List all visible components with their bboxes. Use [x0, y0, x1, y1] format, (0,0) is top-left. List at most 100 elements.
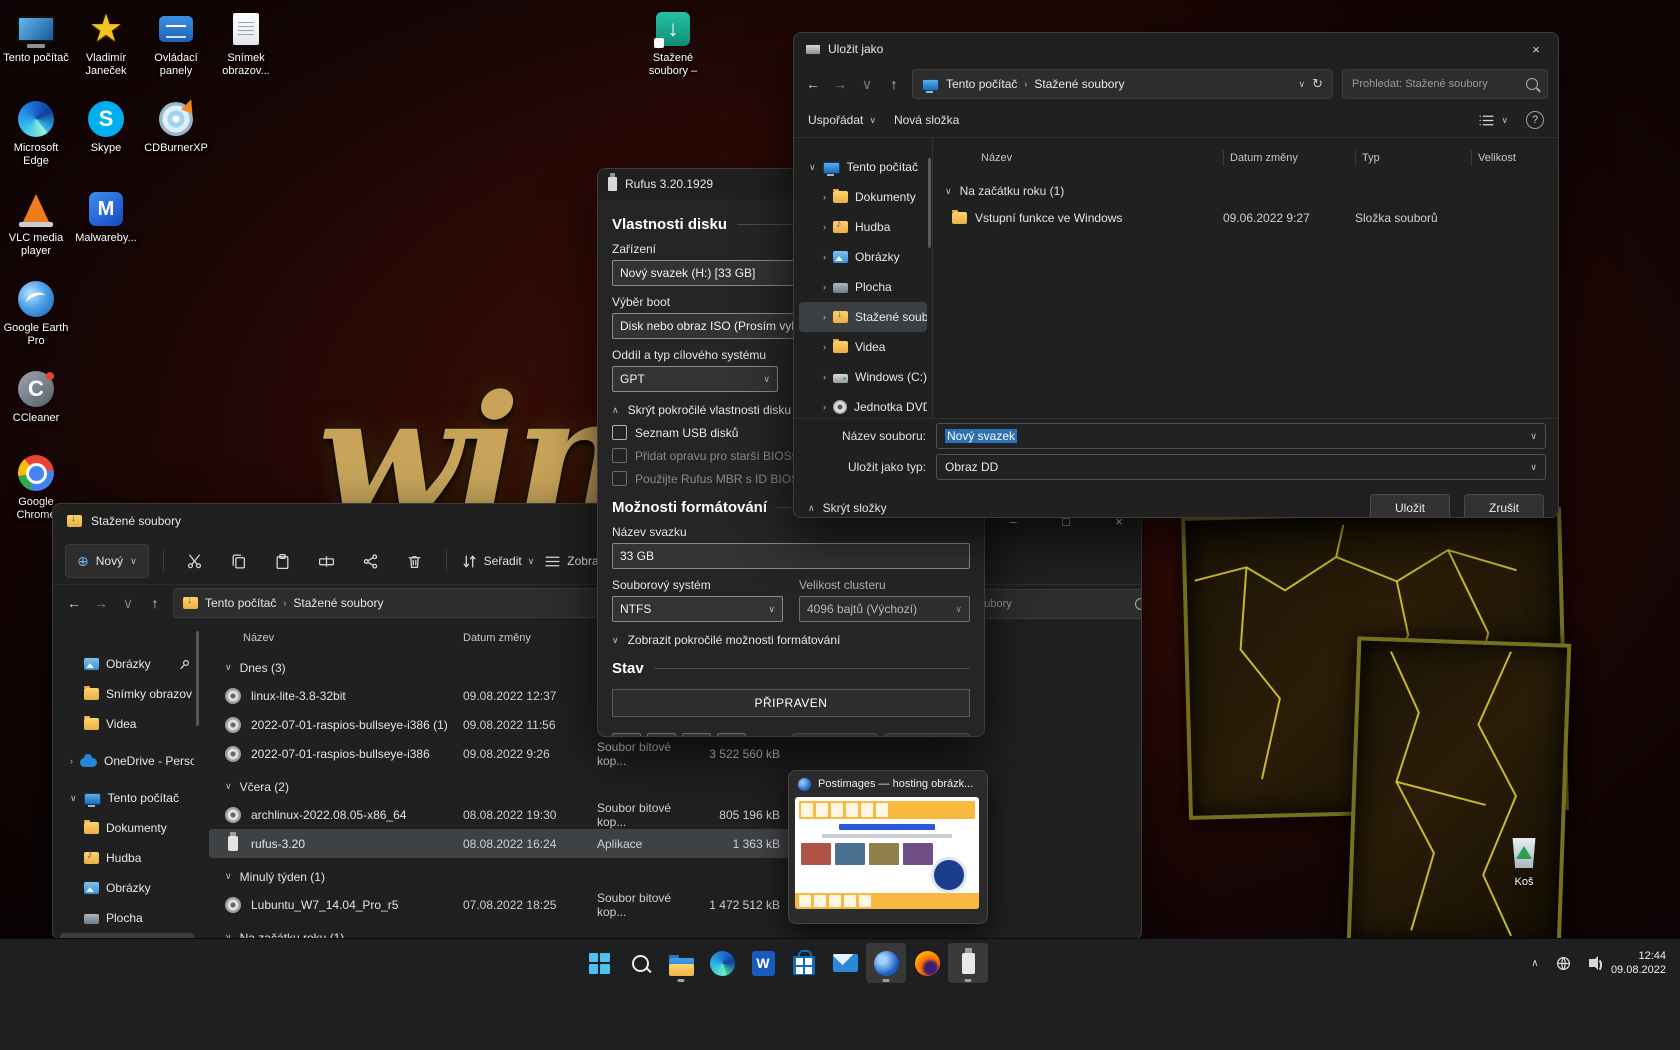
sidebar-item-dvd-drive[interactable]: ›Jednotka DVD (	[799, 392, 927, 418]
file-row[interactable]: 2022-07-01-raspios-bullseye-i38609.08.20…	[209, 739, 799, 768]
refresh-icon[interactable]: ↻	[1312, 76, 1323, 92]
preview-thumbnail[interactable]	[795, 797, 979, 909]
sidebar-item-pictures-pinned[interactable]: Obrázky	[60, 649, 194, 679]
taskbar-mail[interactable]	[825, 943, 865, 983]
desktop-icon-screenshot[interactable]: Snímek obrazov...	[210, 8, 282, 78]
up-button[interactable]: ↑	[146, 595, 164, 611]
delete-button[interactable]	[398, 545, 432, 577]
settings-button[interactable]	[682, 733, 711, 737]
sidebar-item-windows-c[interactable]: ›Windows (C:)	[799, 362, 927, 392]
recent-locations-button[interactable]: ∨	[858, 76, 876, 93]
sidebar-item-documents[interactable]: Dokumenty	[60, 813, 194, 843]
chevron-down-icon[interactable]: ∨	[1299, 79, 1306, 90]
desktop-icon-this-pc[interactable]: Tento počítač	[0, 8, 72, 65]
volume-icon[interactable]	[1583, 954, 1601, 972]
share-button[interactable]	[354, 545, 388, 577]
taskbar-firefox[interactable]	[907, 943, 947, 983]
view-options-button[interactable]: ∨	[1478, 112, 1508, 129]
recent-locations-button[interactable]: ∨	[119, 595, 137, 612]
partition-select[interactable]: GPT∨	[612, 366, 778, 392]
desktop-icon-downloads-shortcut[interactable]: Stažené soubory –	[637, 8, 709, 78]
cut-button[interactable]	[178, 545, 212, 577]
address-breadcrumb[interactable]: Tento počítač › Stažené soubory ∨ ↻	[912, 69, 1333, 99]
sidebar-item-desktop[interactable]: ›Plocha	[799, 272, 927, 302]
new-button[interactable]: ⊕Nový∨	[65, 544, 149, 578]
column-date[interactable]: Datum změny	[463, 632, 597, 644]
filetype-select[interactable]: Obraz DD∨	[936, 454, 1546, 480]
desktop-icon-user-folder[interactable]: Vladimír Janeček	[70, 8, 142, 78]
desktop-icon-control-panel[interactable]: Ovládací panely	[140, 8, 212, 78]
sidebar-item-documents[interactable]: ›Dokumenty	[799, 182, 927, 212]
new-folder-button[interactable]: Nová složka	[894, 113, 959, 127]
sidebar-item-videos[interactable]: ›Videa	[799, 332, 927, 362]
cancel-button[interactable]: Zrušit	[1464, 494, 1544, 518]
taskbar-store[interactable]	[784, 943, 824, 983]
desktop-icon-ccleaner[interactable]: CCleaner	[0, 368, 72, 425]
breadcrumb-root[interactable]: Tento počítač	[946, 77, 1017, 91]
group-header-earlier-this-year[interactable]: ∨Na začátku roku (1)	[945, 178, 1558, 204]
column-type[interactable]: Typ	[1355, 150, 1471, 166]
file-row-selected[interactable]: rufus-3.2008.08.2022 16:24Aplikace1 363 …	[209, 829, 799, 858]
group-header-yesterday[interactable]: ∨Včera (2)	[209, 773, 1141, 800]
sidebar-item-music[interactable]: Hudba	[60, 843, 194, 873]
close-button[interactable]: ×	[1514, 33, 1558, 65]
dialog-titlebar[interactable]: Uložit jako ×	[794, 33, 1558, 65]
volume-input[interactable]: 33 GB	[612, 543, 970, 569]
desktop-icon-malwarebytes[interactable]: Malwareby...	[70, 188, 142, 245]
file-row[interactable]: archlinux-2022.08.05-x86_6408.08.2022 19…	[209, 800, 799, 829]
taskbar-file-explorer[interactable]	[661, 943, 701, 983]
sidebar-scrollbar[interactable]	[928, 158, 931, 248]
filesystem-select[interactable]: NTFS∨	[612, 596, 783, 622]
group-header-last-week[interactable]: ∨Minulý týden (1)	[209, 863, 1141, 890]
sidebar-item-onedrive[interactable]: ›OneDrive - Perso	[60, 746, 194, 776]
back-button[interactable]: ←	[65, 595, 83, 611]
paste-button[interactable]	[266, 545, 300, 577]
network-icon[interactable]	[1555, 954, 1573, 972]
copy-button[interactable]	[222, 545, 256, 577]
taskbar-rufus[interactable]	[948, 943, 988, 983]
sidebar-item-videos[interactable]: Videa	[60, 709, 194, 739]
close-rufus-button[interactable]: ZAVŘÍT	[884, 733, 970, 737]
column-size[interactable]: Velikost	[1471, 150, 1541, 166]
sidebar-scrollbar[interactable]	[196, 631, 199, 726]
hidden-icons-button[interactable]: ∧	[1525, 958, 1545, 969]
help-icon[interactable]: ?	[1526, 111, 1544, 129]
desktop-icon-cdburnerxp[interactable]: CDBurnerXP	[140, 98, 212, 155]
breadcrumb-root[interactable]: Tento počítač	[205, 596, 276, 610]
up-button[interactable]: ↑	[885, 76, 903, 92]
desktop-icon-vlc[interactable]: VLC media player	[0, 188, 72, 258]
sidebar-item-pictures[interactable]: Obrázky	[60, 873, 194, 903]
sidebar-item-pictures[interactable]: ›Obrázky	[799, 242, 927, 272]
dialog-search-box[interactable]: Prohledat: Stažené soubory	[1342, 69, 1548, 99]
filename-input[interactable]: Nový svazek∨	[936, 423, 1546, 449]
taskbar-clock[interactable]: 12:44 09.08.2022	[1611, 949, 1666, 977]
taskbar-preview-popup[interactable]: Postimages — hosting obrázk...	[788, 770, 988, 924]
organize-button[interactable]: Uspořádat∨	[808, 113, 876, 127]
list-header[interactable]: Název Datum změny Typ Velikost	[945, 146, 1558, 170]
breadcrumb-current[interactable]: Stažené soubory	[293, 596, 383, 610]
save-button[interactable]: Uložit	[1370, 494, 1450, 518]
start-button[interactable]	[579, 943, 619, 983]
column-date[interactable]: Datum změny	[1223, 150, 1355, 166]
file-row[interactable]: Lubuntu_W7_14.04_Pro_r507.08.2022 18:25S…	[209, 890, 799, 919]
taskbar-browser-hovered[interactable]	[866, 943, 906, 983]
desktop-icon-recycle-bin[interactable]: Koš	[1488, 832, 1560, 889]
desktop-icon-skype[interactable]: Skype	[70, 98, 142, 155]
sort-button[interactable]: Seřadit∨	[461, 553, 535, 570]
back-button[interactable]: ←	[804, 76, 822, 92]
log-button[interactable]	[717, 733, 746, 737]
column-name[interactable]: Název	[243, 632, 463, 644]
sidebar-item-this-pc[interactable]: ∨Tento počítač	[799, 152, 927, 182]
sidebar-item-this-pc[interactable]: ∨Tento počítač	[60, 783, 194, 813]
show-advanced-format-toggle[interactable]: ∨Zobrazit pokročilé možnosti formátování	[612, 633, 970, 647]
column-name[interactable]: Název	[975, 150, 1223, 166]
file-row[interactable]: Vstupní funkce ve Windows 09.06.2022 9:2…	[945, 204, 1558, 231]
sidebar-item-screenshots[interactable]: Snímky obrazov	[60, 679, 194, 709]
sidebar-item-downloads[interactable]: ›Stažené soubor	[799, 302, 927, 332]
breadcrumb-current[interactable]: Stažené soubory	[1034, 77, 1124, 91]
info-button[interactable]	[647, 733, 676, 737]
forward-button[interactable]: →	[831, 76, 849, 92]
cluster-select[interactable]: 4096 bajtů (Výchozí)∨	[799, 596, 970, 622]
rename-button[interactable]	[310, 545, 344, 577]
desktop-icon-edge[interactable]: Microsoft Edge	[0, 98, 72, 168]
